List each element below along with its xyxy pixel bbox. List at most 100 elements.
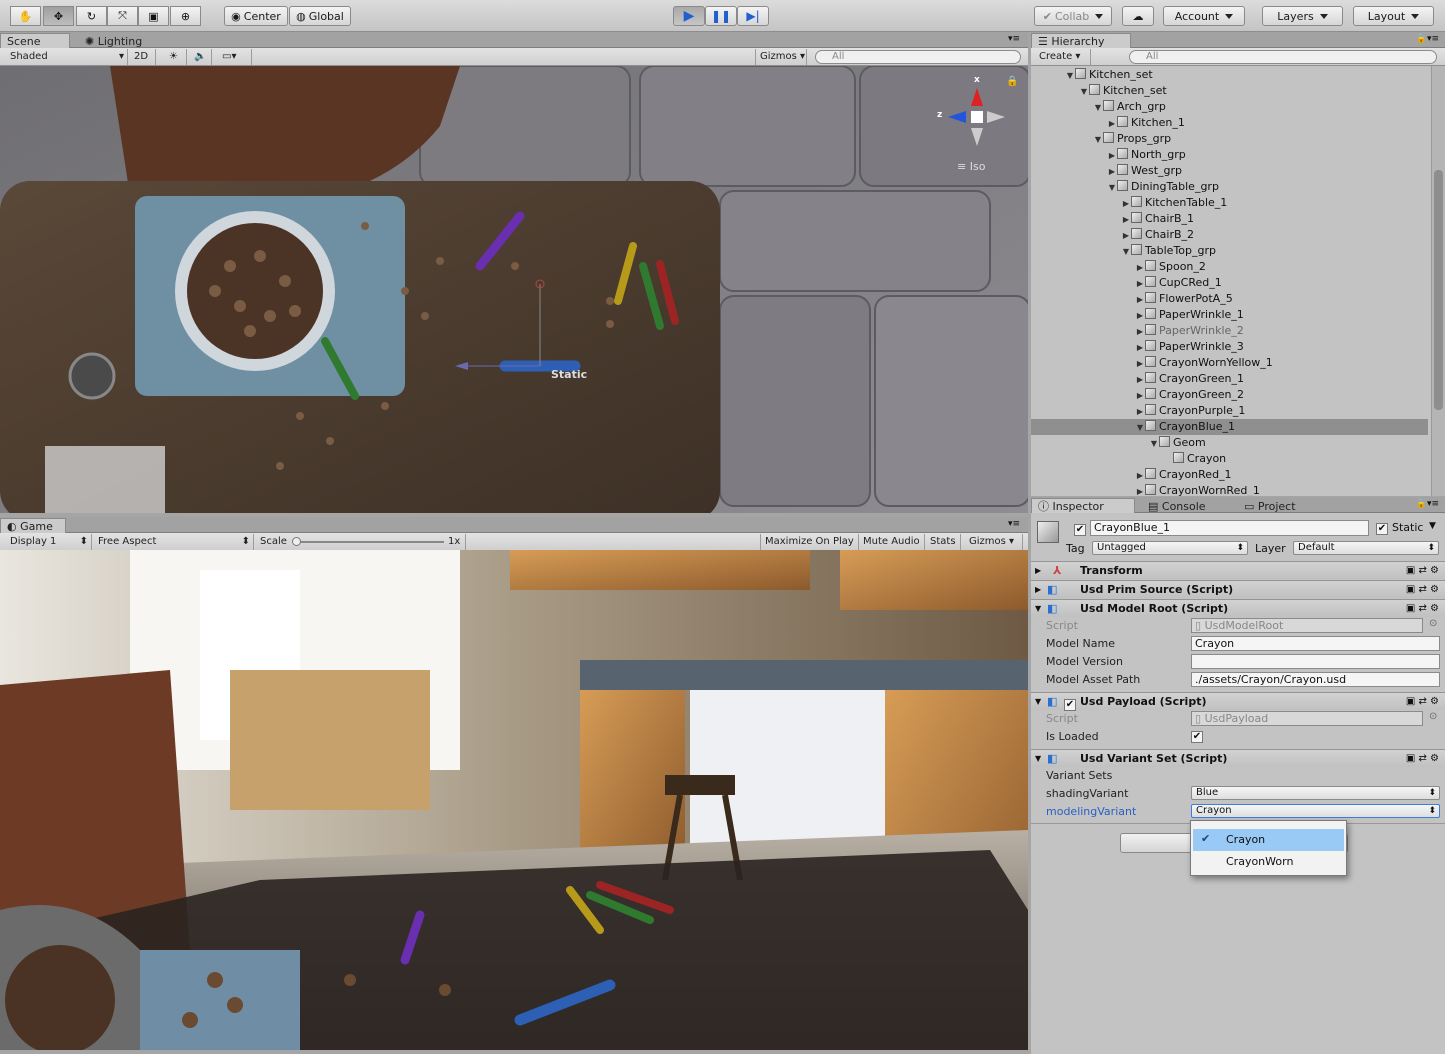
transform-tool-icon[interactable]: ⊕	[170, 6, 201, 26]
hierarchy-row[interactable]: ▶ CrayonGreen_2	[1031, 387, 1428, 403]
move-tool-icon[interactable]: ✥	[43, 6, 74, 26]
hierarchy-row[interactable]: ▼ Geom	[1031, 435, 1428, 451]
expand-arrow-icon[interactable]: ▶	[1135, 340, 1145, 356]
scene-effects-dropdown[interactable]: ▭▾	[218, 49, 252, 65]
expand-arrow-icon[interactable]: ▶	[1121, 196, 1131, 212]
hierarchy-row[interactable]: ▶ ChairB_2	[1031, 227, 1428, 243]
hierarchy-row[interactable]: ▶ FlowerPotA_5	[1031, 291, 1428, 307]
collapse-arrow-icon[interactable]: ▼	[1121, 244, 1131, 260]
object-name-field[interactable]: CrayonBlue_1	[1090, 520, 1369, 536]
pause-button[interactable]: ❚❚	[705, 6, 737, 26]
tab-lighting[interactable]: ✺ Lighting	[78, 33, 149, 49]
object-picker-icon[interactable]: ⊙	[1429, 711, 1437, 722]
maximize-on-play-toggle[interactable]: Maximize On Play	[760, 534, 859, 550]
hand-tool-icon[interactable]: ✋	[10, 6, 41, 26]
scene-view[interactable]: Static x z ≡ Iso 🔒	[0, 66, 1028, 513]
hierarchy-row[interactable]: ▶ PaperWrinkle_2	[1031, 323, 1428, 339]
modeling-variant-dropdown[interactable]: Crayon	[1191, 804, 1440, 818]
model-asset-path-field[interactable]: ./assets/Crayon/Crayon.usd	[1191, 672, 1440, 687]
panel-menu-icon[interactable]: ▾≡	[1008, 34, 1020, 44]
component-usd-variant-set[interactable]: ▼ ◧ Usd Variant Set (Script) ▣ ⇄ ⚙	[1031, 749, 1445, 767]
hierarchy-row[interactable]: ▼ Props_grp	[1031, 131, 1428, 147]
component-usd-model-root[interactable]: ▼ ◧ Usd Model Root (Script) ▣ ⇄ ⚙	[1031, 599, 1445, 617]
expand-arrow-icon[interactable]: ▶	[1107, 116, 1117, 132]
collapse-arrow-icon[interactable]: ▼	[1079, 84, 1089, 100]
script-field[interactable]: ▯ UsdModelRoot	[1191, 618, 1423, 633]
hierarchy-row[interactable]: ▶ CrayonRed_1	[1031, 467, 1428, 483]
scrollbar-thumb[interactable]	[1434, 170, 1443, 410]
menu-item-crayon[interactable]: ✔ Crayon	[1193, 829, 1344, 851]
projection-toggle[interactable]: ≡ Iso	[957, 160, 985, 173]
tab-console[interactable]: ▤ Console	[1141, 498, 1213, 514]
scene-lighting-toggle[interactable]: ☀	[165, 49, 187, 65]
scene-gizmos-dropdown[interactable]: Gizmos ▾	[755, 49, 807, 65]
is-loaded-checkbox[interactable]: ✔	[1191, 729, 1203, 743]
layout-dropdown[interactable]: Layout	[1353, 6, 1434, 26]
object-picker-icon[interactable]: ⊙	[1429, 618, 1437, 629]
hierarchy-scrollbar[interactable]	[1431, 66, 1445, 496]
step-button[interactable]: ▶|	[737, 6, 769, 26]
hierarchy-row[interactable]: ▼ TableTop_grp	[1031, 243, 1428, 259]
layers-dropdown[interactable]: Layers	[1262, 6, 1343, 26]
shading-mode-dropdown[interactable]: Shaded ▾	[6, 49, 128, 65]
expand-arrow-icon[interactable]: ▶	[1135, 468, 1145, 484]
expand-arrow-icon[interactable]: ▶	[1121, 228, 1131, 244]
expand-arrow-icon[interactable]: ▶	[1135, 260, 1145, 276]
pivot-center-button[interactable]: ◉ Center	[224, 6, 288, 26]
hierarchy-row[interactable]: ▶ PaperWrinkle_1	[1031, 307, 1428, 323]
collapse-arrow-icon[interactable]: ▼	[1149, 436, 1159, 452]
slider-thumb[interactable]	[292, 537, 301, 546]
scale-slider[interactable]: Scale 1x	[256, 534, 466, 550]
cloud-button[interactable]: ☁	[1122, 6, 1154, 26]
hierarchy-row[interactable]: ▶ CupCRed_1	[1031, 275, 1428, 291]
active-checkbox[interactable]: ✔	[1074, 522, 1086, 536]
tab-scene[interactable]: Scene	[0, 33, 70, 49]
expand-arrow-icon[interactable]: ▶	[1135, 388, 1145, 404]
game-view[interactable]	[0, 550, 1028, 1050]
hierarchy-row[interactable]: ▶ CrayonWornRed_1	[1031, 483, 1428, 496]
aspect-dropdown[interactable]: Free Aspect ⬍	[94, 534, 254, 550]
scene-audio-toggle[interactable]: 🔈	[190, 49, 212, 65]
component-usd-payload[interactable]: ▼ ◧ ✔ Usd Payload (Script) ▣ ⇄ ⚙	[1031, 692, 1445, 711]
collapse-arrow-icon[interactable]: ▼	[1065, 68, 1075, 84]
hierarchy-row[interactable]: ▼ Kitchen_set	[1031, 83, 1428, 99]
expand-arrow-icon[interactable]: ▶	[1135, 276, 1145, 292]
layer-dropdown[interactable]: Default	[1293, 541, 1439, 555]
component-menu-icon[interactable]: ▣ ⇄ ⚙	[1406, 693, 1439, 710]
component-menu-icon[interactable]: ▣ ⇄ ⚙	[1406, 600, 1439, 617]
scene-search-input[interactable]: All	[815, 50, 1021, 64]
shading-variant-dropdown[interactable]: Blue	[1191, 786, 1440, 800]
mute-audio-toggle[interactable]: Mute Audio	[859, 534, 925, 550]
tab-hierarchy[interactable]: ☰ Hierarchy	[1031, 33, 1131, 49]
expand-arrow-icon[interactable]: ▶	[1135, 404, 1145, 420]
expand-arrow-icon[interactable]: ▶	[1121, 212, 1131, 228]
hierarchy-row[interactable]: ▶ North_grp	[1031, 147, 1428, 163]
hierarchy-row[interactable]: ▶ West_grp	[1031, 163, 1428, 179]
panel-menu-icon[interactable]: ▾≡	[1008, 519, 1020, 529]
rotate-tool-icon[interactable]: ↻	[76, 6, 107, 26]
component-transform[interactable]: ▶ ⅄ Transform ▣ ⇄ ⚙	[1031, 561, 1445, 579]
lock-icon[interactable]: 🔒	[1006, 76, 1018, 87]
component-menu-icon[interactable]: ▣ ⇄ ⚙	[1406, 562, 1439, 579]
collapse-arrow-icon[interactable]: ▼	[1093, 100, 1103, 116]
expand-arrow-icon[interactable]: ▶	[1135, 356, 1145, 372]
hierarchy-row[interactable]: ▼ DiningTable_grp	[1031, 179, 1428, 195]
expand-arrow-icon[interactable]: ▶	[1107, 164, 1117, 180]
hierarchy-row[interactable]: ▶ PaperWrinkle_3	[1031, 339, 1428, 355]
hierarchy-search-input[interactable]: All	[1129, 50, 1437, 64]
expand-arrow-icon[interactable]: ▶	[1135, 292, 1145, 308]
panel-menu-icon[interactable]: 🔒▾≡	[1416, 34, 1439, 44]
menu-item-crayonworn[interactable]: CrayonWorn	[1193, 852, 1344, 872]
hierarchy-row[interactable]: ▶ Kitchen_1	[1031, 115, 1428, 131]
model-version-field[interactable]	[1191, 654, 1440, 669]
hierarchy-row[interactable]: ▼ CrayonBlue_1	[1031, 419, 1428, 435]
tab-inspector[interactable]: ⓘ Inspector	[1031, 498, 1135, 514]
collapse-arrow-icon[interactable]: ▼	[1135, 420, 1145, 436]
component-menu-icon[interactable]: ▣ ⇄ ⚙	[1406, 750, 1439, 767]
scale-tool-icon[interactable]: ⤧	[107, 6, 138, 26]
hierarchy-row[interactable]: ▶ Spoon_2	[1031, 259, 1428, 275]
hierarchy-row[interactable]: ▼ Kitchen_set	[1031, 67, 1428, 83]
expand-arrow-icon[interactable]: ▶	[1135, 324, 1145, 340]
hierarchy-row[interactable]: ▶ ChairB_1	[1031, 211, 1428, 227]
tab-game[interactable]: ◐ Game	[0, 518, 66, 534]
